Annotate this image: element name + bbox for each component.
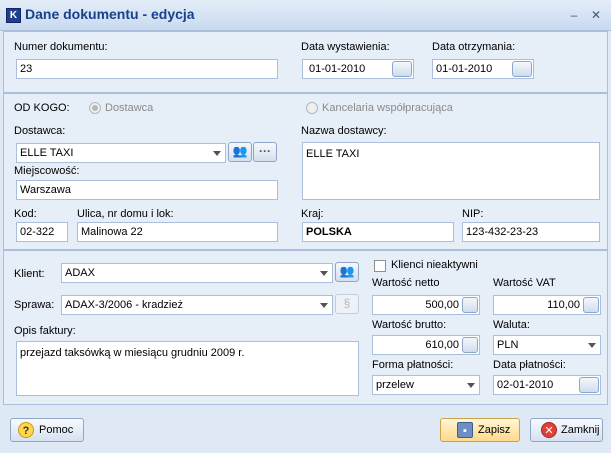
gross-value-input[interactable]: 610,00 <box>372 335 480 355</box>
invoice-panel: Klient: ADAX 👥 Klienci nieaktywni Sprawa… <box>3 250 608 405</box>
received-date-calendar-button[interactable] <box>512 61 532 77</box>
help-button[interactable]: ? Pomoc <box>10 418 84 442</box>
chevron-down-icon <box>213 151 221 156</box>
net-value-label: Wartość netto <box>372 277 440 289</box>
nip-label: NIP: <box>462 208 484 220</box>
gross-value-label: Wartość brutto: <box>372 319 447 331</box>
app-logo-icon: K <box>6 8 21 23</box>
issue-date-calendar-button[interactable] <box>392 61 412 77</box>
supplier-name-textarea[interactable]: ELLE TAXI <box>302 142 600 200</box>
case-label: Sprawa: <box>14 299 55 311</box>
radio-supplier-label: Dostawca <box>105 102 154 114</box>
client-select-value: ADAX <box>65 267 95 279</box>
nip-input[interactable]: 123-432-23-23 <box>462 222 600 242</box>
description-textarea[interactable]: przejazd taksówką w miesiącu grudniu 200… <box>16 341 359 396</box>
document-panel: Numer dokumentu: 23 Data wystawienia: 01… <box>3 31 608 93</box>
issue-date-value: 01-01-2010 <box>309 63 366 75</box>
payment-form-select-value: przelew <box>376 379 414 391</box>
client-select[interactable]: ADAX <box>61 263 333 283</box>
vat-value-input[interactable]: 110,00 <box>493 295 601 315</box>
supplier-select[interactable]: ELLE TAXI <box>16 143 226 163</box>
country-input[interactable]: POLSKA <box>302 222 454 242</box>
payment-date-input[interactable]: 02-01-2010 <box>493 375 601 395</box>
zip-input[interactable]: 02-322 <box>16 222 68 242</box>
document-number-label: Numer dokumentu: <box>14 41 108 53</box>
net-calculator-button[interactable] <box>462 297 478 313</box>
title-bar: K Dane dokumentu - edycja – ✕ <box>0 0 611 31</box>
case-select[interactable]: ADAX-3/2006 - kradzież <box>61 295 333 315</box>
vat-calculator-button[interactable] <box>583 297 599 313</box>
vat-value: 110,00 <box>547 299 580 311</box>
radio-supplier[interactable] <box>89 102 101 114</box>
city-label: Miejscowość: <box>14 165 80 177</box>
gross-calculator-button[interactable] <box>462 337 478 353</box>
from-label: OD KOGO: <box>14 102 70 114</box>
close-window-button[interactable]: ✕ <box>588 7 604 23</box>
save-button[interactable]: ▪ Zapisz <box>440 418 520 442</box>
floppy-disk-icon: ▪ <box>457 422 473 438</box>
inactive-clients-label: Klienci nieaktywni <box>391 259 478 271</box>
case-link-button[interactable]: § <box>335 294 359 314</box>
payment-form-select[interactable]: przelew <box>372 375 480 395</box>
street-input[interactable]: Malinowa 22 <box>77 222 278 242</box>
supplier-select-value: ELLE TAXI <box>20 147 74 159</box>
help-icon: ? <box>18 422 34 438</box>
zip-label: Kod: <box>14 208 37 220</box>
radio-office[interactable] <box>306 102 318 114</box>
chevron-down-icon <box>320 303 328 308</box>
window-title: Dane dokumentu - edycja <box>25 6 195 22</box>
payment-date-value: 02-01-2010 <box>497 379 554 391</box>
street-label: Ulica, nr domu i lok: <box>77 208 174 220</box>
received-date-input[interactable]: 01-01-2010 <box>432 59 534 79</box>
vat-value-label: Wartość VAT <box>493 277 556 289</box>
inactive-clients-checkbox[interactable] <box>374 260 386 272</box>
currency-label: Waluta: <box>493 319 530 331</box>
supplier-name-label: Nazwa dostawcy: <box>301 125 387 137</box>
currency-select[interactable]: PLN <box>493 335 601 355</box>
payment-form-label: Forma płatności: <box>372 359 454 371</box>
payment-date-calendar-button[interactable] <box>579 377 599 393</box>
client-label: Klient: <box>14 268 45 280</box>
client-people-button[interactable]: 👥 <box>335 262 359 282</box>
net-value: 500,00 <box>425 299 459 311</box>
document-number-input[interactable]: 23 <box>16 59 278 79</box>
case-select-value: ADAX-3/2006 - kradzież <box>65 299 183 311</box>
country-label: Kraj: <box>301 208 324 220</box>
received-date-value: 01-01-2010 <box>436 63 493 75</box>
supplier-people-button[interactable]: 👥 <box>228 142 252 162</box>
people-icon: 👥 <box>232 144 248 158</box>
supplier-label: Dostawca: <box>14 125 66 137</box>
radio-office-label: Kancelaria współpracująca <box>322 102 453 114</box>
section-sign-icon: § <box>343 296 351 310</box>
description-label: Opis faktury: <box>14 325 76 337</box>
supplier-more-button[interactable]: ··· <box>253 142 277 162</box>
people-icon: 👥 <box>339 264 355 278</box>
payment-date-label: Data płatności: <box>493 359 566 371</box>
supplier-panel: OD KOGO: Dostawca Kancelaria współpracuj… <box>3 93 608 250</box>
minimize-button[interactable]: – <box>566 7 582 23</box>
save-button-label: Zapisz <box>478 424 511 436</box>
chevron-down-icon <box>320 271 328 276</box>
help-button-label: Pomoc <box>39 424 74 436</box>
close-button[interactable]: ✕ Zamknij <box>530 418 603 442</box>
currency-select-value: PLN <box>497 339 519 351</box>
chevron-down-icon <box>588 343 596 348</box>
issue-date-input[interactable]: 01-01-2010 <box>302 59 414 79</box>
gross-value: 610,00 <box>425 339 459 351</box>
city-input[interactable]: Warszawa <box>16 180 278 200</box>
close-icon: ✕ <box>541 422 557 438</box>
net-value-input[interactable]: 500,00 <box>372 295 480 315</box>
issue-date-label: Data wystawienia: <box>301 41 390 53</box>
chevron-down-icon <box>467 383 475 388</box>
close-button-label: Zamknij <box>561 424 600 436</box>
received-date-label: Data otrzymania: <box>432 41 516 53</box>
